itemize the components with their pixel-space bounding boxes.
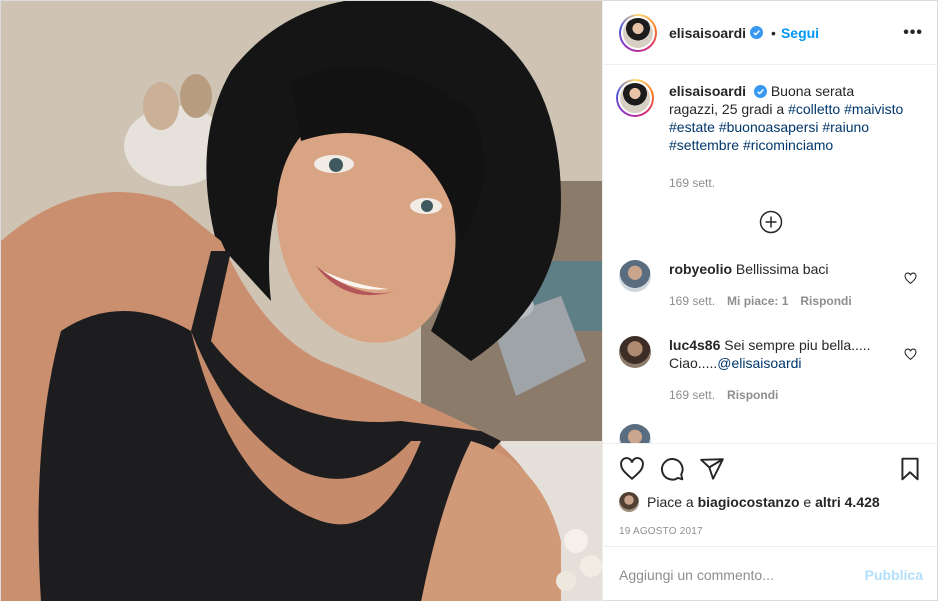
verified-badge-icon [750, 26, 764, 39]
hashtag-link[interactable]: #estate [669, 119, 715, 135]
hashtag-link[interactable]: #buonoasapersi [719, 119, 819, 135]
comment-body: luc4s86 Sei sempre piu bella..... Ciao..… [669, 336, 905, 404]
instagram-post: elisaisoardi • Segui ••• elisaisoardi Bu… [0, 0, 938, 601]
comment-heart-icon[interactable] [904, 272, 917, 285]
comment-time[interactable]: 169 sett. [669, 292, 715, 310]
comment-meta: 169 sett. Rispondi [669, 386, 905, 404]
likes-prefix: Piace a [647, 494, 694, 510]
publish-button[interactable]: Pubblica [865, 567, 923, 583]
comment-username[interactable]: robyeolio [669, 261, 732, 277]
avatar[interactable] [619, 260, 651, 292]
comment-heart-icon[interactable] [904, 348, 917, 361]
follow-button[interactable]: Segui [781, 25, 819, 41]
mention-link[interactable]: @elisaisoardi [717, 355, 801, 371]
comment-item: robyeolio Bellissima baci 169 sett. Mi p… [619, 260, 923, 310]
avatar[interactable] [619, 424, 651, 443]
post-photo[interactable] [1, 1, 602, 601]
selfie-illustration [1, 1, 602, 601]
reply-button[interactable]: Rispondi [800, 292, 851, 310]
liker-username[interactable]: biagiocostanzo [698, 494, 800, 510]
caption-time[interactable]: 169 sett. [669, 174, 715, 192]
post-date[interactable]: 19 AGOSTO 2017 [619, 526, 923, 537]
likes-others[interactable]: altri 4.428 [815, 494, 880, 510]
post-sidebar: elisaisoardi • Segui ••• elisaisoardi Bu… [602, 1, 938, 601]
comment-meta: 169 sett. Mi piace: 1 Rispondi [669, 292, 905, 310]
avatar[interactable] [619, 336, 651, 368]
comment-item: luc4s86 Sei sempre piu bella..... Ciao..… [619, 336, 923, 404]
verified-badge-icon [753, 85, 767, 98]
comment-body: robyeolio Bellissima baci 169 sett. Mi p… [669, 260, 905, 310]
likes-middle: e [803, 494, 812, 510]
post-header: elisaisoardi • Segui ••• [603, 1, 938, 65]
comment-time[interactable]: 169 sett. [669, 386, 715, 404]
comment-item-partial [619, 424, 923, 443]
share-icon[interactable] [699, 456, 725, 482]
action-icons [619, 444, 923, 494]
hashtag-link[interactable]: #ricominciamo [743, 137, 833, 153]
separator-dot: • [771, 24, 776, 41]
bookmark-icon[interactable] [897, 456, 923, 482]
plus-circle-icon[interactable] [759, 210, 783, 234]
hashtag-link[interactable]: #settembre [669, 137, 739, 153]
caption-username[interactable]: elisaisoardi [669, 83, 746, 99]
hashtag-link[interactable]: #maivisto [844, 101, 903, 117]
heart-icon[interactable] [619, 456, 645, 482]
reply-button[interactable]: Rispondi [727, 386, 778, 404]
comment-likes[interactable]: Mi piace: 1 [727, 292, 788, 310]
header-username[interactable]: elisaisoardi [669, 25, 746, 41]
hashtag-link[interactable]: #colletto [788, 101, 840, 117]
more-options-icon[interactable]: ••• [903, 24, 923, 42]
caption-avatar[interactable] [616, 79, 654, 117]
comment-text: Bellissima baci [735, 261, 829, 277]
likes-summary: Piace a biagiocostanzo e altri 4.428 [619, 492, 923, 512]
caption-meta: 169 sett. [669, 174, 905, 192]
hashtag-link[interactable]: #raiuno [822, 119, 869, 135]
comment-input[interactable] [619, 566, 865, 583]
caption: elisaisoardi Buona serata ragazzi, 25 gr… [616, 79, 923, 192]
profile-avatar[interactable] [619, 13, 657, 52]
comment-username[interactable]: luc4s86 [669, 337, 720, 353]
liker-avatar[interactable] [619, 492, 639, 512]
comments-section[interactable]: elisaisoardi Buona serata ragazzi, 25 gr… [603, 65, 938, 443]
caption-body: elisaisoardi Buona serata ragazzi, 25 gr… [669, 82, 905, 192]
actions-bar: Piace a biagiocostanzo e altri 4.428 19 … [603, 443, 938, 537]
comment-icon[interactable] [659, 456, 685, 482]
add-comment-bar: Pubblica [603, 546, 938, 601]
load-more-comments [619, 210, 923, 234]
